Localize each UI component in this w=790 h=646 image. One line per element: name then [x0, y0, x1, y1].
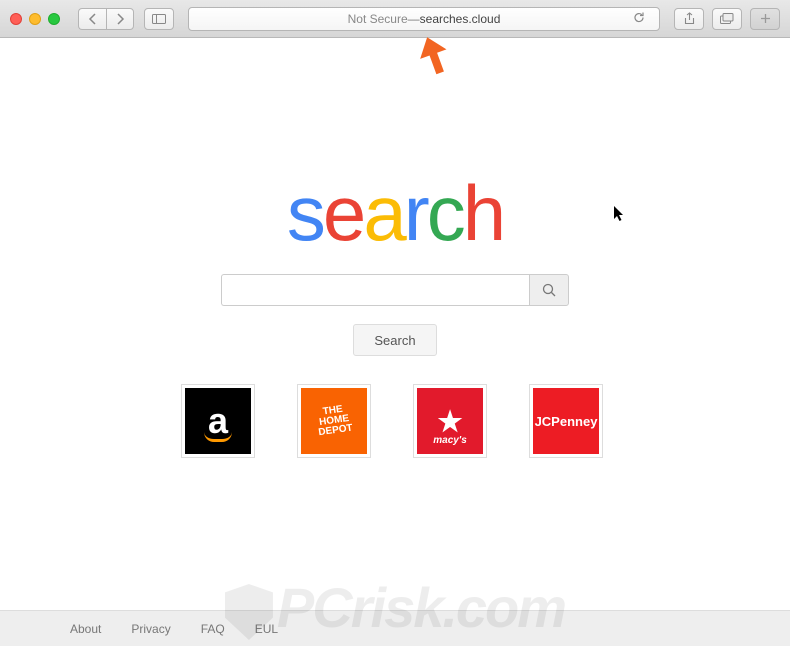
back-button[interactable] — [78, 8, 106, 30]
quick-link-amazon[interactable]: a — [181, 384, 255, 458]
quick-links: a THEHOMEDEPOT ★macy's JCPenney — [0, 384, 790, 458]
logo-letter: e — [323, 168, 363, 259]
toolbar-right — [674, 8, 780, 30]
new-tab-button[interactable] — [750, 8, 780, 30]
logo-letter: h — [463, 168, 503, 259]
tile-graphic: a — [185, 388, 251, 454]
sidebar-icon — [152, 14, 166, 24]
search-input[interactable] — [221, 274, 529, 306]
tile-graphic: JCPenney — [533, 388, 599, 454]
share-button[interactable] — [674, 8, 704, 30]
footer-link-faq[interactable]: FAQ — [201, 622, 225, 636]
tabs-icon — [720, 13, 734, 24]
maximize-window-button[interactable] — [48, 13, 60, 25]
share-icon — [684, 12, 695, 25]
quick-link-hd[interactable]: THEHOMEDEPOT — [297, 384, 371, 458]
window-controls — [10, 13, 60, 25]
sidebar-toggle-button[interactable] — [144, 8, 174, 30]
reload-icon — [633, 11, 645, 23]
address-separator: — — [408, 12, 420, 26]
search-form — [0, 274, 790, 306]
search-button[interactable]: Search — [353, 324, 437, 356]
footer-link-privacy[interactable]: Privacy — [131, 622, 170, 636]
forward-button[interactable] — [106, 8, 134, 30]
browser-toolbar: Not Secure — searches.cloud — [0, 0, 790, 38]
close-window-button[interactable] — [10, 13, 22, 25]
nav-buttons — [78, 8, 134, 30]
footer: About Privacy FAQ EUL — [0, 610, 790, 646]
annotation-arrow-icon — [418, 36, 450, 76]
address-domain: searches.cloud — [420, 12, 501, 26]
logo-letter: r — [404, 168, 427, 259]
reload-button[interactable] — [633, 11, 645, 26]
tile-graphic: THEHOMEDEPOT — [301, 388, 367, 454]
page-content: search Search aTHEHOMEDEPOT★macy'sJCPenn… — [0, 168, 790, 646]
minimize-window-button[interactable] — [29, 13, 41, 25]
search-logo: search — [0, 168, 790, 259]
quick-link-jcp[interactable]: JCPenney — [529, 384, 603, 458]
logo-letter: a — [363, 168, 403, 259]
footer-link-eul[interactable]: EUL — [255, 622, 278, 636]
security-status: Not Secure — [348, 12, 408, 26]
tile-graphic: ★macy's — [417, 388, 483, 454]
chevron-right-icon — [116, 13, 125, 25]
chevron-left-icon — [88, 13, 97, 25]
logo-letter: s — [287, 168, 323, 259]
search-icon-button[interactable] — [529, 274, 569, 306]
search-icon — [542, 283, 556, 297]
logo-letter: c — [427, 168, 463, 259]
address-bar[interactable]: Not Secure — searches.cloud — [188, 7, 660, 31]
quick-link-macys[interactable]: ★macy's — [413, 384, 487, 458]
tabs-button[interactable] — [712, 8, 742, 30]
footer-link-about[interactable]: About — [70, 622, 101, 636]
plus-icon — [760, 13, 771, 24]
